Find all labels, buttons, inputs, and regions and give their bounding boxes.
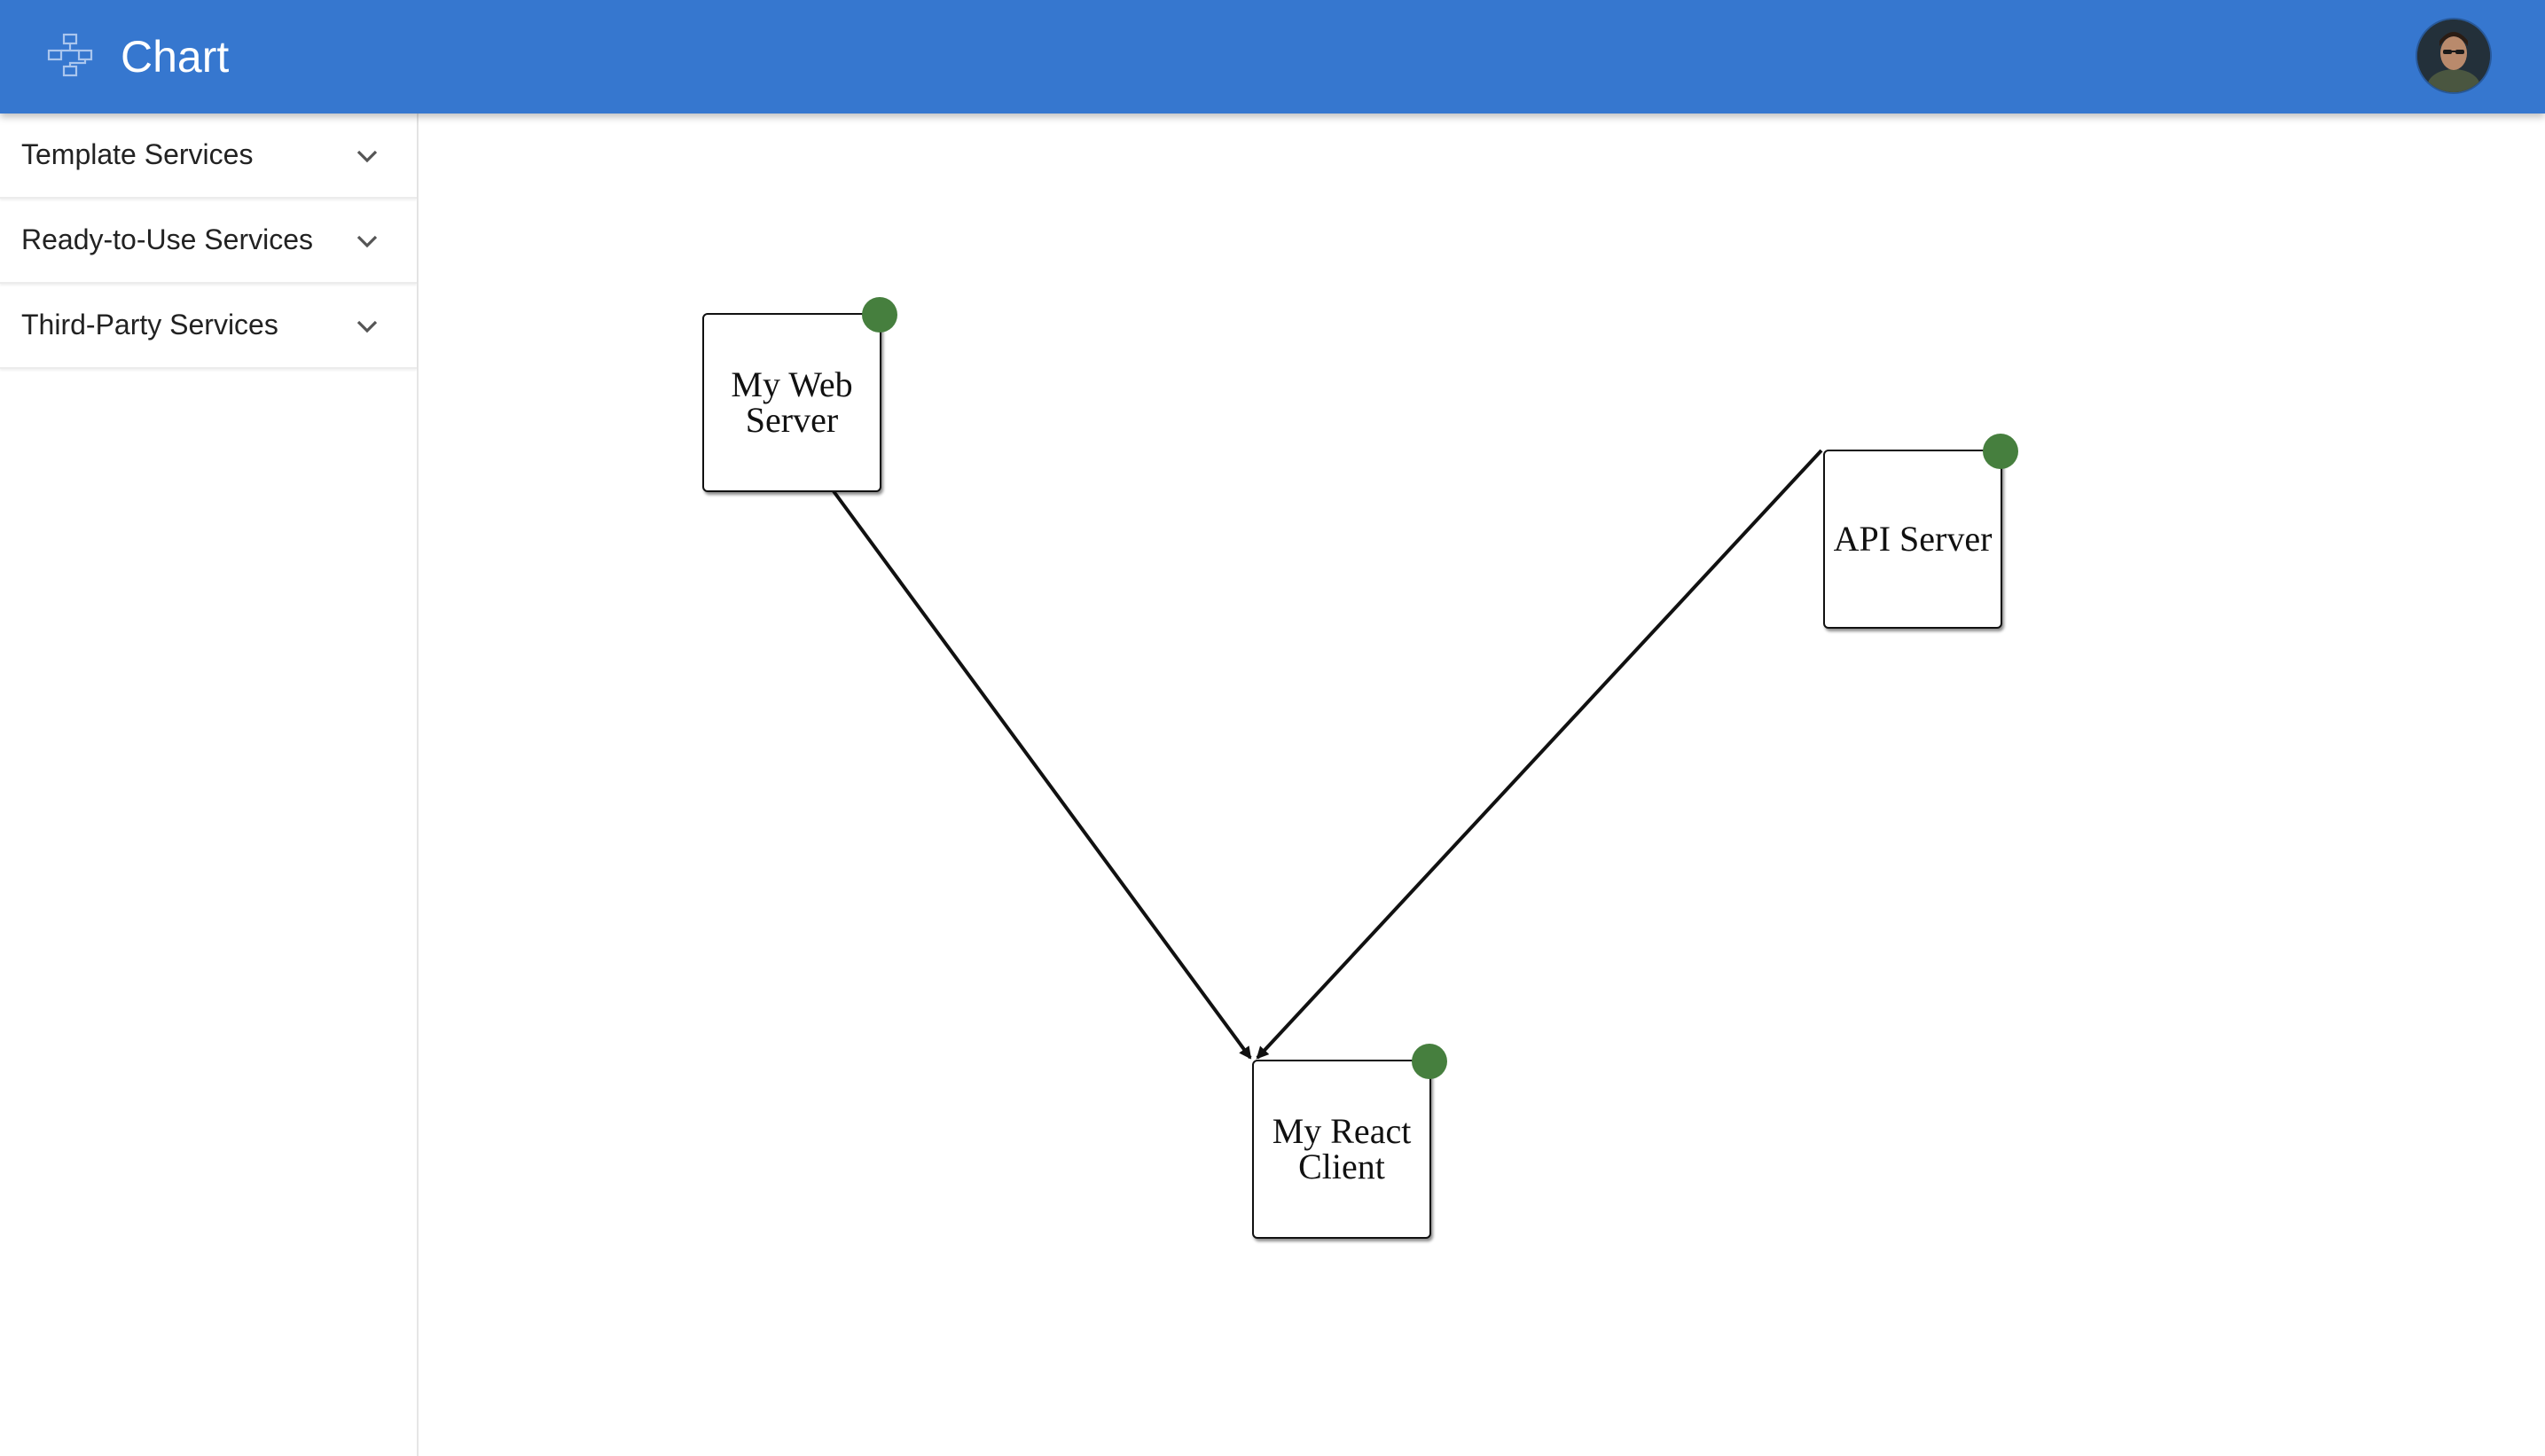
sidebar-item-template-services[interactable]: Template Services [0, 114, 417, 199]
app-title: Chart [121, 32, 230, 82]
avatar-image [2417, 20, 2490, 92]
node-label: My React Client [1272, 1111, 1412, 1186]
status-indicator [862, 297, 897, 333]
node-label: My Web Server [731, 364, 853, 440]
node-my-react-client[interactable]: My React Client [1252, 1044, 1447, 1239]
chevron-down-icon[interactable] [351, 225, 383, 257]
sidebar-item-third-party-services[interactable]: Third-Party Services [0, 284, 417, 369]
app-bar: Chart [0, 0, 2545, 114]
node-api-server[interactable]: API Server [1823, 434, 2018, 629]
app-root: Chart Template Services Ready-to-Use Ser… [0, 0, 2545, 1456]
status-indicator [1983, 434, 2018, 469]
flowchart-icon [47, 33, 93, 77]
chevron-down-icon[interactable] [351, 140, 383, 172]
node-label: API Server [1833, 519, 1993, 559]
services-sidebar: Template Services Ready-to-Use Services … [0, 114, 419, 1456]
sidebar-item-label: Template Services [21, 138, 254, 170]
node-my-web-server[interactable]: My Web Server [702, 297, 897, 492]
sidebar-item-ready-to-use-services[interactable]: Ready-to-Use Services [0, 199, 417, 284]
user-avatar[interactable] [2417, 20, 2490, 92]
status-indicator [1412, 1044, 1447, 1079]
sidebar-item-label: Ready-to-Use Services [21, 223, 313, 255]
sidebar-item-label: Third-Party Services [21, 309, 278, 341]
chevron-down-icon[interactable] [351, 310, 383, 342]
